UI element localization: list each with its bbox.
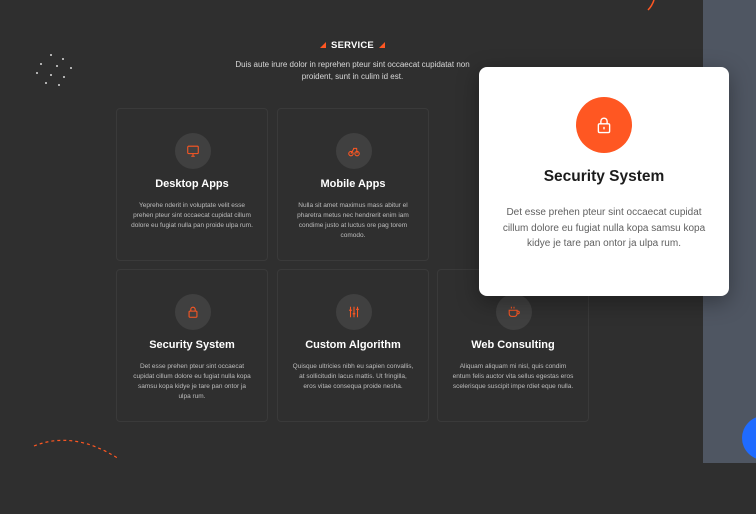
security-system-card-expanded[interactable]: Security System Det esse prehen pteur si… (479, 67, 729, 296)
lock-icon (175, 294, 211, 330)
monitor-icon (175, 133, 211, 169)
service-card-security-system[interactable]: Security System Det esse prehen pteur si… (116, 269, 268, 422)
triangle-right-icon (378, 42, 385, 49)
coffee-icon (496, 294, 532, 330)
section-tag: SERVICE (0, 40, 705, 51)
section-intro: Duis aute irure dolor in reprehen pteur … (235, 60, 470, 81)
card-description: Aliquam aliquam mi nisl, quis condim ent… (452, 363, 574, 390)
card-description: Nulla sit amet maximus mass abitur el ph… (297, 202, 409, 239)
card-description: Det esse prehen pteur sint occaecat cupi… (133, 363, 251, 400)
card-title: Mobile Apps (320, 178, 386, 190)
card-description: Quisque ultricies nibh eu sapien convall… (292, 363, 414, 390)
mobile-icon (336, 133, 372, 169)
popup-description: Det esse prehen pteur sint occaecat cupi… (502, 207, 706, 249)
decorative-dashed-arc (33, 439, 120, 460)
card-title: Custom Algorithm (305, 339, 401, 351)
decorative-arc-top (647, 0, 655, 11)
section-tag-label: SERVICE (331, 40, 374, 51)
card-title: Security System (149, 339, 235, 351)
card-title: Desktop Apps (155, 178, 229, 190)
popup-title: Security System (543, 168, 665, 185)
triangle-left-icon (320, 42, 327, 49)
service-card-mobile-apps[interactable]: Mobile Apps Nulla sit amet maximus mass … (277, 108, 429, 261)
lock-icon (576, 97, 632, 153)
decorative-dots (36, 54, 76, 88)
service-card-desktop-apps[interactable]: Desktop Apps Yeprehe nderit in voluptate… (116, 108, 268, 261)
sliders-icon (336, 294, 372, 330)
card-description: Yeprehe nderit in voluptate velit esse p… (131, 202, 253, 229)
card-title: Web Consulting (471, 339, 555, 351)
service-card-custom-algorithm[interactable]: Custom Algorithm Quisque ultricies nibh … (277, 269, 429, 422)
